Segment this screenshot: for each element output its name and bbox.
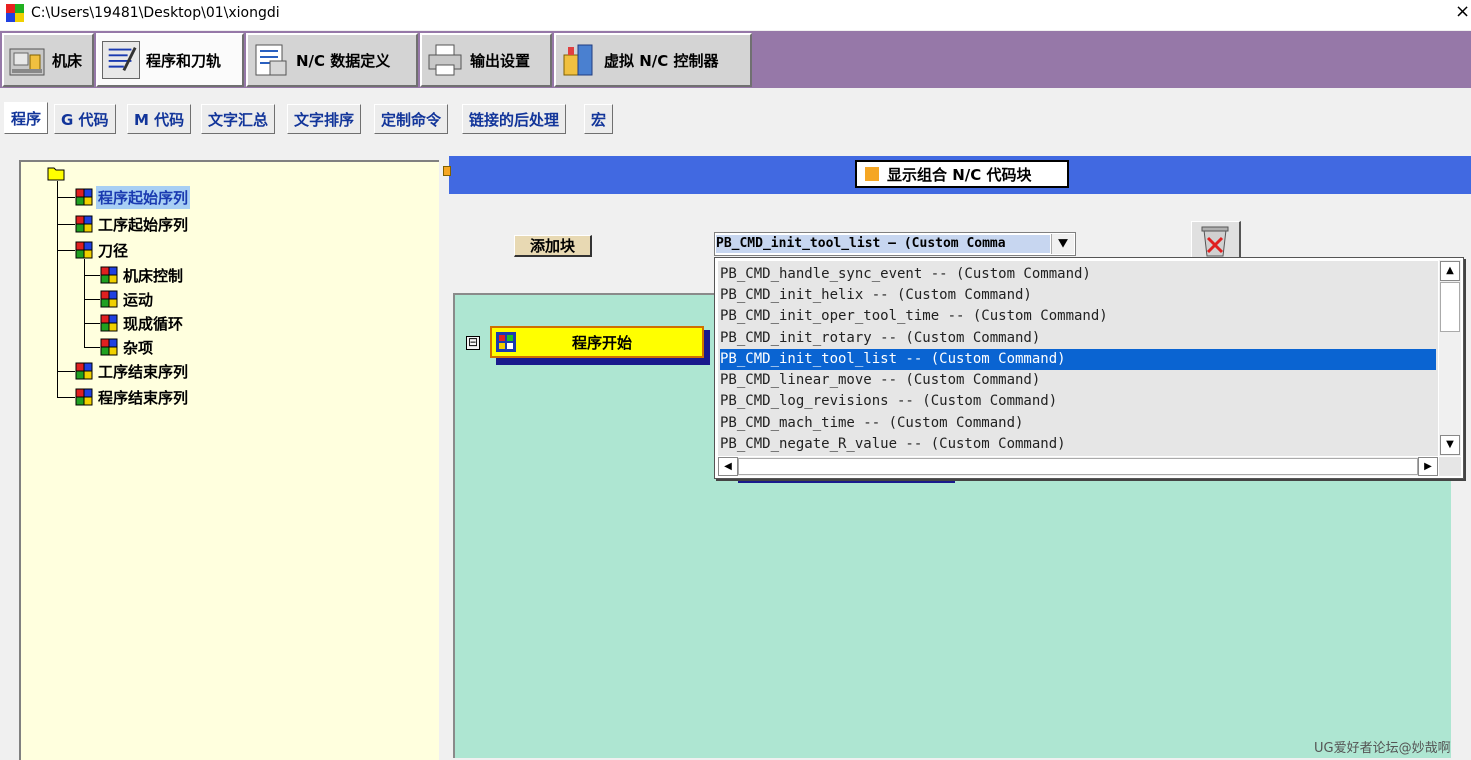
dropdown-item[interactable]: PB_CMD_handle_sync_event -- (Custom Comm… (720, 264, 1436, 285)
dropdown-item[interactable]: PB_CMD_init_helix -- (Custom Command) (720, 285, 1436, 306)
tab-machine-label: 机床 (52, 51, 83, 70)
tree-connector (57, 181, 58, 397)
tree-connector (57, 371, 75, 372)
subtab-word-summary[interactable]: 文字汇总 (201, 104, 276, 134)
tree-item-program-end[interactable]: 程序结束序列 (75, 386, 190, 408)
cube-icon (100, 314, 118, 332)
tree-connector (84, 323, 100, 324)
program-toolpath-icon (102, 41, 140, 79)
tab-output-settings[interactable]: 输出设置 (420, 33, 552, 87)
subtab-g-code[interactable]: G 代码 (54, 104, 116, 134)
dropdown-item-selected[interactable]: PB_CMD_init_tool_list -- (Custom Command… (720, 349, 1436, 370)
collapse-icon[interactable]: ⊟ (466, 336, 480, 350)
window-title: C:\Users\19481\Desktop\01\xiongdi (31, 5, 280, 21)
subtab-linked-posts[interactable]: 链接的后处理 (462, 104, 567, 134)
tab-program-toolpath-label: 程序和刀轨 (146, 51, 222, 70)
add-block-button[interactable]: 添加块 (514, 235, 592, 257)
tab-output-settings-label: 输出设置 (470, 51, 531, 70)
tree-item-motion[interactable]: 运动 (100, 288, 155, 310)
dropdown-item[interactable]: PB_CMD_mach_time -- (Custom Command) (720, 413, 1436, 434)
cube-icon (75, 388, 93, 406)
tree-connector (84, 259, 85, 347)
subtab-custom-command[interactable]: 定制命令 (374, 104, 449, 134)
block-type-select-value: PB_CMD_init_tool_list — (Custom Comma (716, 235, 1050, 253)
tree-item-machine-control[interactable]: 机床控制 (100, 264, 185, 286)
virtual-controller-icon (563, 44, 593, 76)
tree-connector (84, 347, 100, 348)
cube-icon (75, 188, 93, 206)
program-start-label: 程序开始 (571, 333, 632, 352)
scrollbar-corner (1439, 457, 1461, 476)
watermark: UG爱好者论坛@妙哉啊 (1314, 741, 1451, 756)
dropdown-item[interactable]: PB_CMD_init_oper_tool_time -- (Custom Co… (720, 306, 1436, 327)
dropdown-vertical-scrollbar[interactable]: ▲ ▼ (1439, 260, 1461, 456)
checkbox-icon[interactable] (865, 167, 879, 181)
printer-icon (428, 44, 462, 76)
tree-connector (84, 275, 100, 276)
splitter-handle[interactable] (443, 166, 451, 176)
tab-virtual-controller-label: 虚拟 N/C 控制器 (604, 51, 719, 70)
dropdown-item[interactable]: PB_CMD_linear_move -- (Custom Command) (720, 370, 1436, 391)
dropdown-list: PB_CMD_handle_sync_event -- (Custom Comm… (718, 261, 1438, 456)
folder-icon (47, 167, 65, 181)
dropdown-item[interactable]: PB_CMD_log_revisions -- (Custom Command) (720, 391, 1436, 412)
tab-nc-data[interactable]: N/C 数据定义 (246, 33, 418, 87)
cube-icon (75, 215, 93, 233)
scroll-down-icon[interactable]: ▼ (1440, 435, 1460, 455)
app-icon (6, 4, 24, 22)
tab-virtual-controller[interactable]: 虚拟 N/C 控制器 (554, 33, 752, 87)
dropdown-item[interactable]: PB_CMD_init_rotary -- (Custom Command) (720, 328, 1436, 349)
cube-icon (75, 362, 93, 380)
subtab-program[interactable]: 程序 (4, 102, 49, 134)
dropdown-horizontal-scrollbar[interactable]: ◀ ▶ (718, 457, 1438, 476)
tree-connector (84, 299, 100, 300)
machine-icon (9, 48, 45, 76)
tree-item-miscellaneous[interactable]: 杂项 (100, 336, 155, 358)
puzzle-icon (496, 332, 516, 352)
scroll-left-icon[interactable]: ◀ (718, 457, 738, 476)
tree-item-program-start[interactable]: 程序起始序列 (75, 185, 191, 209)
cube-icon (75, 241, 93, 259)
tree-item-operation-end[interactable]: 工序结束序列 (75, 360, 190, 382)
cube-icon (100, 338, 118, 356)
subtab-m-code[interactable]: M 代码 (127, 104, 192, 134)
trash-button[interactable] (1191, 221, 1241, 261)
block-underline (738, 480, 955, 483)
dropdown-item[interactable]: PB_CMD_negate_R_value -- (Custom Command… (720, 434, 1436, 455)
tab-program-toolpath[interactable]: 程序和刀轨 (96, 33, 244, 87)
cube-icon (100, 290, 118, 308)
show-combined-nc-label: 显示组合 N/C 代码块 (887, 165, 1032, 184)
tree-connector (57, 250, 75, 251)
cube-icon (100, 266, 118, 284)
tree-item-operation-start[interactable]: 工序起始序列 (75, 213, 190, 235)
block-type-dropdown[interactable]: PB_CMD_handle_sync_event -- (Custom Comm… (714, 257, 1464, 479)
tab-machine[interactable]: 机床 (2, 33, 94, 87)
tree-connector (57, 397, 75, 398)
block-type-select[interactable]: PB_CMD_init_tool_list — (Custom Comma ⯆ (714, 232, 1076, 256)
tree-item-toolpath[interactable]: 刀径 (75, 239, 130, 261)
dropdown-arrow-icon[interactable]: ⯆ (1051, 234, 1074, 254)
scroll-up-icon[interactable]: ▲ (1440, 261, 1460, 281)
tab-nc-data-label: N/C 数据定义 (296, 51, 391, 70)
subtab-macro[interactable]: 宏 (584, 104, 614, 134)
show-combined-nc-toggle[interactable]: 显示组合 N/C 代码块 (855, 160, 1069, 188)
scroll-track[interactable] (738, 458, 1418, 475)
scroll-thumb[interactable] (1440, 282, 1460, 332)
tree-connector (57, 224, 75, 225)
subtab-word-sequencing[interactable]: 文字排序 (287, 104, 362, 134)
close-button[interactable]: × (1455, 2, 1470, 22)
tree-item-canned-cycles[interactable]: 现成循环 (100, 312, 185, 334)
scroll-right-icon[interactable]: ▶ (1418, 457, 1438, 476)
trash-icon (1201, 226, 1229, 257)
tree-connector (57, 197, 75, 198)
nc-data-icon (255, 44, 287, 76)
program-start-block[interactable]: 程序开始 (490, 326, 704, 358)
